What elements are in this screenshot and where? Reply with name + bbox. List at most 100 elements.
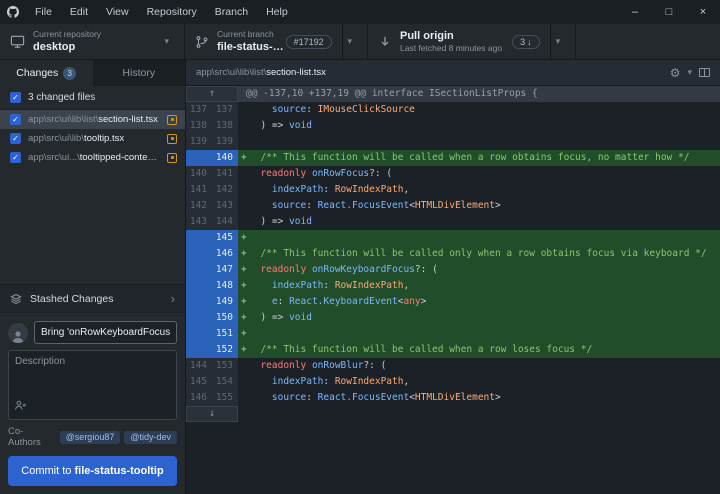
diff-line[interactable]: 139139 <box>186 134 720 150</box>
file-path: app\src\ui\lib\list\section-list.tsx <box>28 114 160 125</box>
pull-origin-button[interactable]: Pull origin Last fetched 8 minutes ago 3… <box>368 24 576 59</box>
diff-line[interactable]: 145154 indexPath: RowIndexPath, <box>186 374 720 390</box>
new-line-number[interactable]: 144 <box>212 214 238 230</box>
old-line-number[interactable]: 142 <box>186 198 212 214</box>
old-line-number[interactable] <box>186 230 212 246</box>
chevron-down-icon[interactable]: ▾ <box>342 36 357 47</box>
diff-line[interactable]: 140+ /** This function will be called wh… <box>186 150 720 166</box>
new-line-number[interactable]: 150 <box>212 310 238 326</box>
new-line-number[interactable]: 154 <box>212 374 238 390</box>
diff-line[interactable]: 142143 source: React.FocusEvent<HTMLDivE… <box>186 198 720 214</box>
new-line-number[interactable]: 138 <box>212 118 238 134</box>
new-line-number[interactable]: 141 <box>212 166 238 182</box>
new-line-number[interactable]: 140 <box>212 150 238 166</box>
file-row[interactable]: ✓app\src\ui\lib\tooltip.tsx <box>0 129 185 148</box>
tab-changes[interactable]: Changes 3 <box>0 60 93 86</box>
old-line-number[interactable] <box>186 246 212 262</box>
diff-line[interactable]: 138138 ) => void <box>186 118 720 134</box>
old-line-number[interactable] <box>186 150 212 166</box>
current-repository-button[interactable]: Current repository desktop ▾ <box>0 24 185 59</box>
old-line-number[interactable]: 145 <box>186 374 212 390</box>
diff-line[interactable]: 148+ indexPath: RowIndexPath, <box>186 278 720 294</box>
old-line-number[interactable]: 137 <box>186 102 212 118</box>
expand-up-button[interactable]: ↑ <box>186 86 238 102</box>
diff-line[interactable]: 150+ ) => void <box>186 310 720 326</box>
new-line-number[interactable]: 151 <box>212 326 238 342</box>
menu-branch[interactable]: Branch <box>206 0 257 24</box>
diff-line[interactable]: 149+ e: React.KeyboardEvent<any> <box>186 294 720 310</box>
new-line-number[interactable]: 147 <box>212 262 238 278</box>
old-line-number[interactable]: 140 <box>186 166 212 182</box>
old-line-number[interactable]: 139 <box>186 134 212 150</box>
code-line: + /** This function will be called when … <box>238 150 720 166</box>
diff-options-gear-icon[interactable]: ⚙ <box>670 67 681 79</box>
old-line-number[interactable] <box>186 278 212 294</box>
new-line-number[interactable]: 149 <box>212 294 238 310</box>
diff-line[interactable]: 140141 readonly onRowFocus?: ( <box>186 166 720 182</box>
file-row[interactable]: ✓app\src\ui...\tooltipped-content.tsx <box>0 148 185 167</box>
commit-summary-input[interactable] <box>34 321 177 344</box>
coauthor-chip[interactable]: @sergiou87 <box>60 431 121 444</box>
add-coauthor-button[interactable] <box>14 399 27 415</box>
file-checkbox[interactable]: ✓ <box>10 114 21 125</box>
old-line-number[interactable] <box>186 342 212 358</box>
diff-line[interactable]: 144153 readonly onRowBlur?: ( <box>186 358 720 374</box>
diff-line[interactable]: 152+ /** This function will be called wh… <box>186 342 720 358</box>
diff-line[interactable]: 143144 ) => void <box>186 214 720 230</box>
diff-sign: + <box>238 342 249 358</box>
old-line-number[interactable]: 138 <box>186 118 212 134</box>
expand-down-button[interactable]: ↓ <box>186 406 238 422</box>
stashed-changes-row[interactable]: Stashed Changes › <box>0 284 185 312</box>
new-line-number[interactable]: 153 <box>212 358 238 374</box>
file-checkbox[interactable]: ✓ <box>10 152 21 163</box>
split-view-icon[interactable] <box>699 68 710 77</box>
diff-line[interactable]: 145+ <box>186 230 720 246</box>
menu-repository[interactable]: Repository <box>138 0 206 24</box>
menu-edit[interactable]: Edit <box>61 0 97 24</box>
maximize-button[interactable]: □ <box>652 0 686 24</box>
select-all-checkbox[interactable]: ✓ <box>10 92 21 103</box>
close-button[interactable]: × <box>686 0 720 24</box>
new-line-number[interactable]: 155 <box>212 390 238 406</box>
old-line-number[interactable] <box>186 262 212 278</box>
menu-file[interactable]: File <box>26 0 61 24</box>
new-line-number[interactable]: 148 <box>212 278 238 294</box>
new-line-number[interactable]: 142 <box>212 182 238 198</box>
new-line-number[interactable]: 143 <box>212 198 238 214</box>
old-line-number[interactable]: 143 <box>186 214 212 230</box>
diff-line[interactable]: 146+ /** This function will be called on… <box>186 246 720 262</box>
old-line-number[interactable] <box>186 326 212 342</box>
chevron-down-icon[interactable]: ▾ <box>687 67 692 78</box>
old-line-number[interactable]: 141 <box>186 182 212 198</box>
minimize-button[interactable]: – <box>618 0 652 24</box>
old-line-number[interactable]: 146 <box>186 390 212 406</box>
new-line-number[interactable]: 139 <box>212 134 238 150</box>
commit-description-input[interactable] <box>9 351 176 397</box>
current-branch-button[interactable]: Current branch file-status-too... #17192… <box>185 24 368 59</box>
new-line-number[interactable]: 152 <box>212 342 238 358</box>
diff-line[interactable]: 151+ <box>186 326 720 342</box>
file-checkbox[interactable]: ✓ <box>10 133 21 144</box>
diff-line[interactable]: 141142 indexPath: RowIndexPath, <box>186 182 720 198</box>
old-line-number[interactable] <box>186 294 212 310</box>
diff-line[interactable]: 146155 source: React.FocusEvent<HTMLDivE… <box>186 390 720 406</box>
old-line-number[interactable] <box>186 310 212 326</box>
code-line: readonly onRowBlur?: ( <box>238 358 720 374</box>
empty-code-area <box>238 406 720 422</box>
new-line-number[interactable]: 137 <box>212 102 238 118</box>
menu-help[interactable]: Help <box>257 0 297 24</box>
modified-status-icon <box>167 153 177 163</box>
old-line-number[interactable]: 144 <box>186 358 212 374</box>
avatar <box>8 323 28 343</box>
diff-line[interactable]: 147+ readonly onRowKeyboardFocus?: ( <box>186 262 720 278</box>
commit-button-prefix: Commit to <box>21 465 74 477</box>
chevron-down-icon[interactable]: ▾ <box>551 36 566 47</box>
coauthor-chip[interactable]: @tidy-dev <box>124 431 177 444</box>
tab-history[interactable]: History <box>93 60 186 86</box>
menu-view[interactable]: View <box>97 0 138 24</box>
new-line-number[interactable]: 146 <box>212 246 238 262</box>
new-line-number[interactable]: 145 <box>212 230 238 246</box>
commit-button[interactable]: Commit to file-status-tooltip <box>8 456 177 486</box>
diff-line[interactable]: 137137 source: IMouseClickSource <box>186 102 720 118</box>
file-row[interactable]: ✓ app\src\ui\lib\list\section-list.tsx <box>0 110 185 129</box>
